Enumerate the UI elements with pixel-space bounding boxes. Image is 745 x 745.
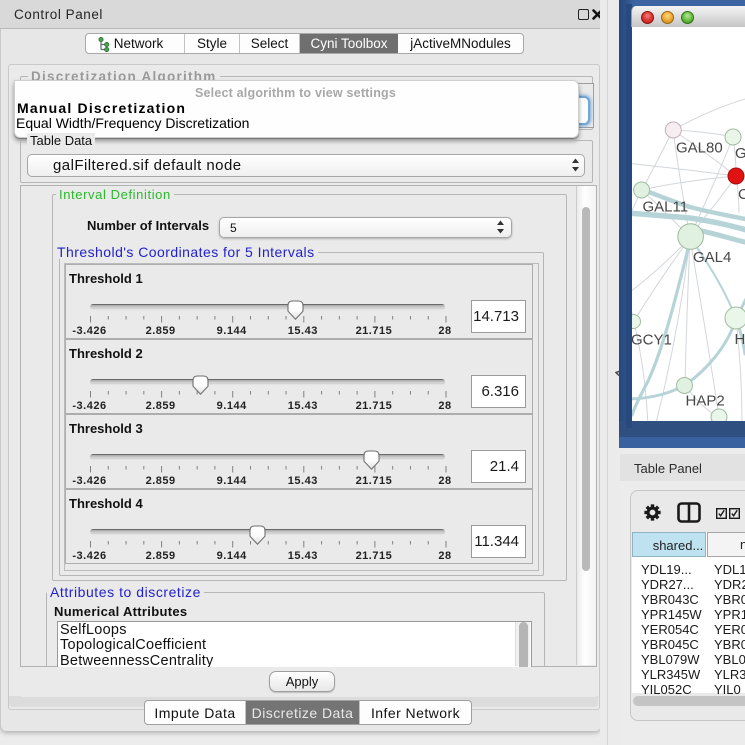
svg-text:GAL80: GAL80 bbox=[676, 140, 723, 157]
svg-text:GAL4: GAL4 bbox=[693, 249, 731, 266]
svg-text:GA: GA bbox=[735, 145, 745, 162]
svg-text:H: H bbox=[735, 331, 745, 348]
svg-text:GCY1: GCY1 bbox=[632, 332, 672, 349]
svg-text:C: C bbox=[738, 186, 745, 203]
svg-text:HAP2: HAP2 bbox=[686, 393, 725, 410]
svg-text:GAL11: GAL11 bbox=[643, 199, 689, 216]
